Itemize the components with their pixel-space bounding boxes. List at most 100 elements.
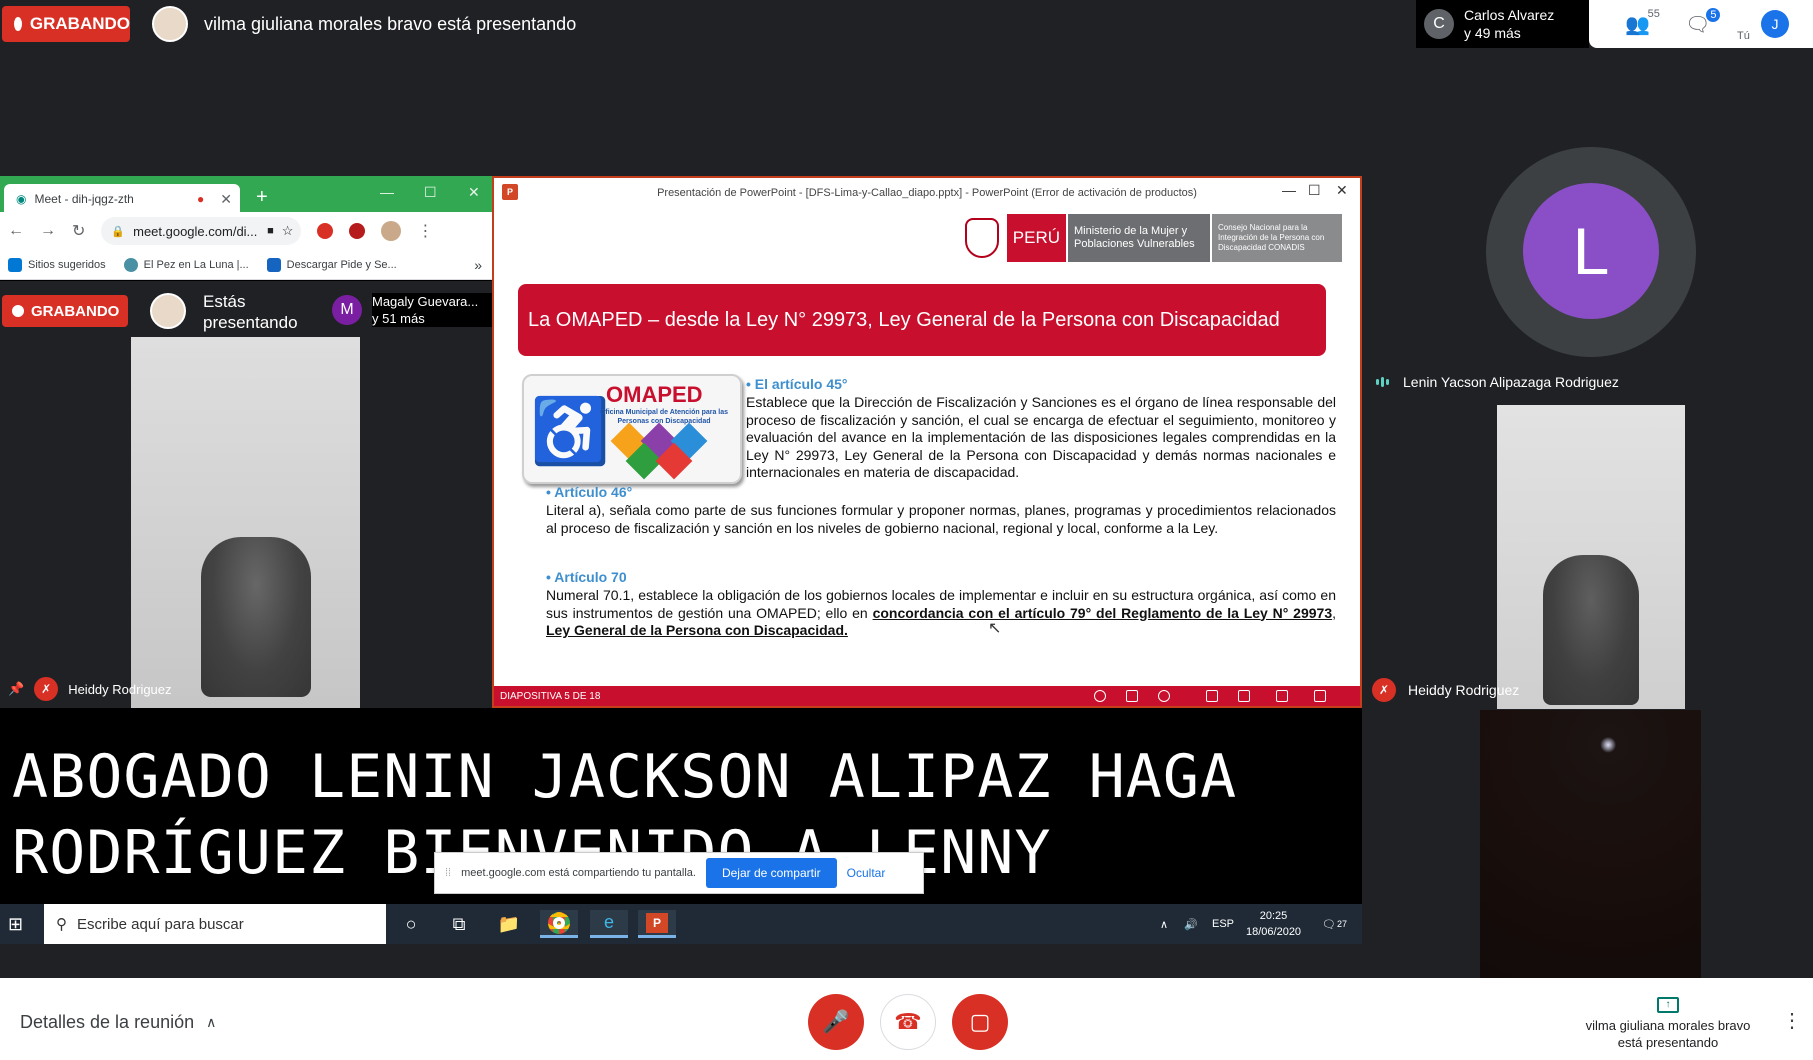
powerpoint-taskbar-icon[interactable]: P [638, 910, 676, 938]
presenting-status-line-1: vilma giuliana morales bravo [1585, 1018, 1751, 1033]
url-text: meet.google.com/di... [133, 223, 258, 239]
participants-button[interactable]: 👥 55 [1625, 8, 1660, 37]
people-summary[interactable]: C Carlos Alvarez y 49 más [1416, 0, 1589, 48]
bookmark-overflow[interactable]: » [474, 257, 482, 273]
bookmark-label: El Pez en La Luna |... [143, 258, 249, 271]
record-dot-icon [12, 305, 24, 317]
volume-icon[interactable]: 🔊 [1184, 904, 1198, 944]
more-options-icon[interactable]: ⋮ [1782, 1008, 1802, 1033]
presenter-avatar [152, 6, 188, 42]
stop-sharing-button[interactable]: Dejar de compartir [705, 858, 837, 888]
task-view-icon[interactable]: ⧉ [440, 910, 478, 938]
participant-video [131, 337, 360, 708]
notifications-icon[interactable]: 🗨 27 [1322, 904, 1347, 944]
omaped-logo: ♿ OMAPED Oficina Municipal de Atención p… [522, 374, 742, 484]
inner-meet-view: GRABANDO Estás presentando M Magaly Guev… [0, 281, 496, 708]
taskbar-search[interactable]: ⚲ Escribe aquí para buscar [44, 904, 386, 944]
mic-toggle-button[interactable]: 🎤 [808, 994, 864, 1050]
profile-avatar[interactable] [381, 221, 402, 241]
camera-toggle-button[interactable]: ▢ [952, 994, 1008, 1050]
presenting-text: Estás presentando [203, 291, 298, 333]
hang-up-icon: ☎ [894, 1009, 922, 1034]
chrome-toolbar: ← → ↻ 🔒 meet.google.com/di... ■ ☆ ⋮ [0, 212, 492, 250]
omaped-title: OMAPED [606, 382, 703, 407]
lenin-name: Lenin Yacson Alipazaga Rodriguez [1403, 374, 1619, 390]
participant-label: 📌 ✗ Heiddy Rodriguez [0, 677, 172, 701]
mic-off-icon: ✗ [34, 677, 59, 701]
language-indicator[interactable]: ESP [1212, 904, 1234, 944]
ministry-label: Ministerio de la Mujer y Poblaciones Vul… [1066, 214, 1210, 262]
camera-off-icon: ▢ [969, 1009, 991, 1034]
presenting-line-1: Estás [203, 292, 246, 311]
drag-handle-icon[interactable]: ⁞⁞ [445, 867, 451, 879]
clock[interactable]: 20:25 18/06/2020 [1246, 904, 1301, 944]
slide: PERÚ Ministerio de la Mujer y Poblacione… [502, 208, 1352, 686]
windows-start-icon[interactable]: ⊞ [8, 914, 23, 935]
self-avatar[interactable]: J [1761, 10, 1789, 38]
notes-icon[interactable] [1126, 690, 1138, 702]
people-icon: 👥 [1625, 14, 1650, 36]
reading-view-icon[interactable] [1276, 690, 1288, 702]
search-placeholder: Escribe aquí para buscar [77, 915, 244, 933]
file-explorer-icon[interactable]: 📁 [490, 910, 528, 938]
close-icon[interactable]: ✕ [1336, 182, 1348, 199]
people-line-1: Carlos Alvarez [1464, 7, 1555, 23]
s-logo-icon [266, 257, 281, 272]
chevron-up-icon: ∧ [206, 1014, 217, 1030]
people-line-2: y 51 más [372, 311, 425, 326]
new-tab-button[interactable]: + [256, 186, 268, 209]
grid-view-icon[interactable] [1238, 690, 1250, 702]
pin-icon[interactable]: 📌 [8, 681, 24, 697]
recording-tab-icon: ● [197, 192, 205, 206]
slideshow-icon[interactable] [1314, 690, 1326, 702]
bookmarks-bar: Sitios sugeridos El Pez en La Luna |... … [0, 250, 492, 280]
bing-icon [8, 257, 22, 272]
presenting-line-2: presentando [203, 313, 298, 332]
maximize-icon[interactable]: ☐ [424, 184, 437, 201]
tab-close-icon[interactable]: ✕ [220, 191, 232, 208]
person-figure [1543, 555, 1639, 705]
prev-slide-icon[interactable] [1094, 690, 1106, 702]
leave-call-button[interactable]: ☎ [880, 994, 936, 1050]
minimize-icon[interactable]: — [1282, 182, 1296, 198]
edge-icon[interactable]: e [590, 910, 628, 938]
chat-button[interactable]: 🗨 5 [1685, 8, 1721, 37]
art46-body: Literal a), señala como parte de sus fun… [546, 502, 1336, 536]
bookmark-item[interactable]: Descargar Pide y Se... [266, 257, 397, 272]
chat-count: 5 [1706, 8, 1721, 22]
art70-bold-law: Ley General de la Persona con Discapacid… [546, 622, 848, 638]
menu-icon[interactable]: ⋮ [417, 221, 433, 241]
powerpoint-icon: P [502, 184, 518, 200]
star-icon[interactable]: ☆ [282, 223, 294, 239]
back-icon[interactable]: ← [8, 222, 24, 240]
reload-icon[interactable]: ↻ [72, 221, 85, 241]
meeting-details-button[interactable]: Detalles de la reunión ∧ [20, 1012, 216, 1033]
clock-time: 20:25 [1259, 910, 1288, 922]
normal-view-icon[interactable] [1206, 690, 1218, 702]
extension-icon[interactable] [317, 223, 334, 239]
close-icon[interactable]: ✕ [468, 184, 480, 201]
tray-chevron-icon[interactable]: ∧ [1160, 904, 1168, 944]
peru-logo-bar: PERÚ Ministerio de la Mujer y Poblacione… [964, 214, 1342, 262]
clock-date: 18/06/2020 [1246, 926, 1302, 938]
cortana-icon[interactable]: ○ [392, 910, 430, 938]
art45-body: Establece que la Dirección de Fiscalizac… [746, 394, 1336, 480]
next-slide-icon[interactable] [1158, 690, 1170, 702]
presenting-status[interactable]: ↑ vilma giuliana morales bravo está pres… [1572, 994, 1764, 1051]
camera-icon: ■ [267, 225, 274, 237]
tab-meet[interactable]: ◉ Meet - dih-jqgz-zth ● ✕ [4, 184, 240, 214]
chrome-tab-strip: ◉ Meet - dih-jqgz-zth ● ✕ + — ☐ ✕ [0, 176, 492, 214]
chrome-icon[interactable] [540, 910, 578, 938]
people-names: Carlos Alvarez y 49 más [1464, 6, 1554, 42]
windows-taskbar: ⊞ ⚲ Escribe aquí para buscar ○ ⧉ 📁 e P ∧… [0, 904, 1362, 944]
minimize-icon[interactable]: — [380, 184, 394, 200]
maximize-icon[interactable]: ☐ [1308, 182, 1321, 199]
meet-controls-bar: Detalles de la reunión ∧ 🎤 ☎ ▢ ↑ vilma g… [0, 978, 1813, 1060]
hide-button[interactable]: Ocultar [847, 866, 886, 880]
forward-icon[interactable]: → [40, 222, 56, 240]
bookmark-item[interactable]: El Pez en La Luna |... [123, 257, 249, 272]
extension-icon[interactable] [349, 223, 366, 239]
address-bar[interactable]: 🔒 meet.google.com/di... ■ ☆ [101, 217, 302, 245]
bookmark-item[interactable]: Sitios sugeridos [8, 257, 106, 272]
recording-label: GRABANDO [31, 302, 120, 320]
